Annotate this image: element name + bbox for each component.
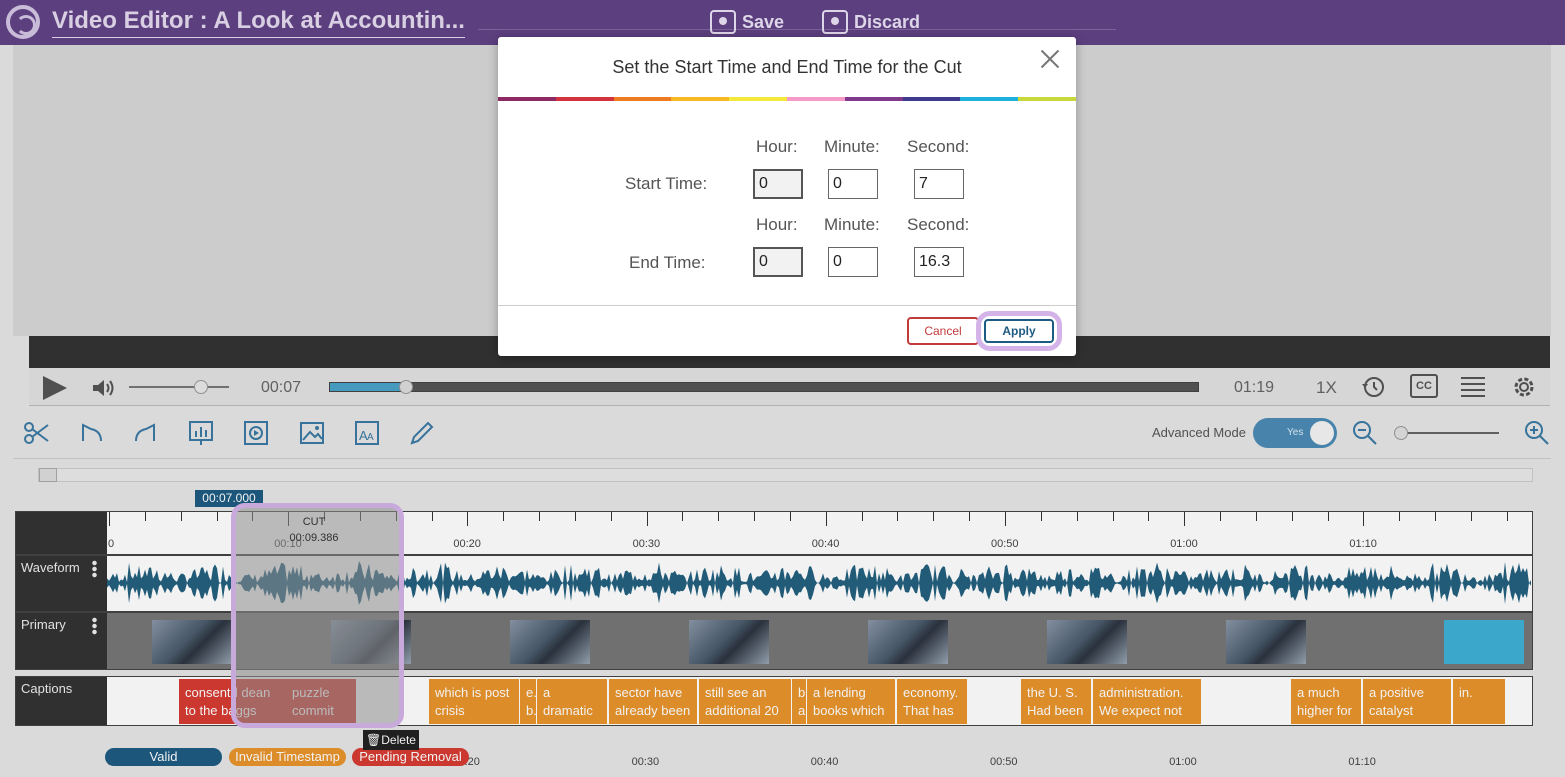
end-hour-label: Hour:	[756, 215, 798, 234]
apply-button[interactable]: Apply	[984, 319, 1054, 343]
dialog-title: Set the Start Time and End Time for the …	[612, 57, 962, 77]
start-hour-label: Hour:	[756, 137, 798, 156]
discard-label: Discard	[854, 11, 921, 32]
start-second-input[interactable]	[914, 169, 964, 199]
end-minute-input[interactable]	[828, 247, 878, 277]
end-time-label: End Time:	[629, 253, 706, 272]
start-minute-label: Minute:	[824, 137, 880, 156]
save-button[interactable]: Save	[710, 9, 784, 35]
end-second-label: Second:	[907, 215, 970, 234]
save-icon	[710, 10, 736, 34]
end-hour-input[interactable]	[753, 247, 803, 277]
start-second-label: Second:	[907, 137, 970, 156]
cancel-button[interactable]: Cancel	[907, 317, 979, 345]
cut-time-dialog: Set the Start Time and End Time for the …	[498, 37, 1076, 356]
header-divider	[478, 29, 1116, 30]
discard-button[interactable]: Discard	[822, 9, 920, 35]
apply-highlight: Apply	[976, 311, 1062, 351]
end-minute-label: Minute:	[824, 215, 880, 234]
dialog-divider	[498, 305, 1076, 306]
save-label: Save	[742, 11, 785, 32]
color-stripe	[498, 97, 1076, 101]
close-icon[interactable]	[1040, 49, 1060, 69]
page-title: Video Editor : A Look at Accountin...	[52, 7, 465, 38]
logo-icon	[6, 5, 40, 39]
start-hour-input[interactable]	[753, 169, 803, 199]
end-second-input[interactable]	[914, 247, 964, 277]
discard-icon	[822, 10, 848, 34]
start-minute-input[interactable]	[828, 169, 878, 199]
start-time-label: Start Time:	[625, 174, 708, 193]
